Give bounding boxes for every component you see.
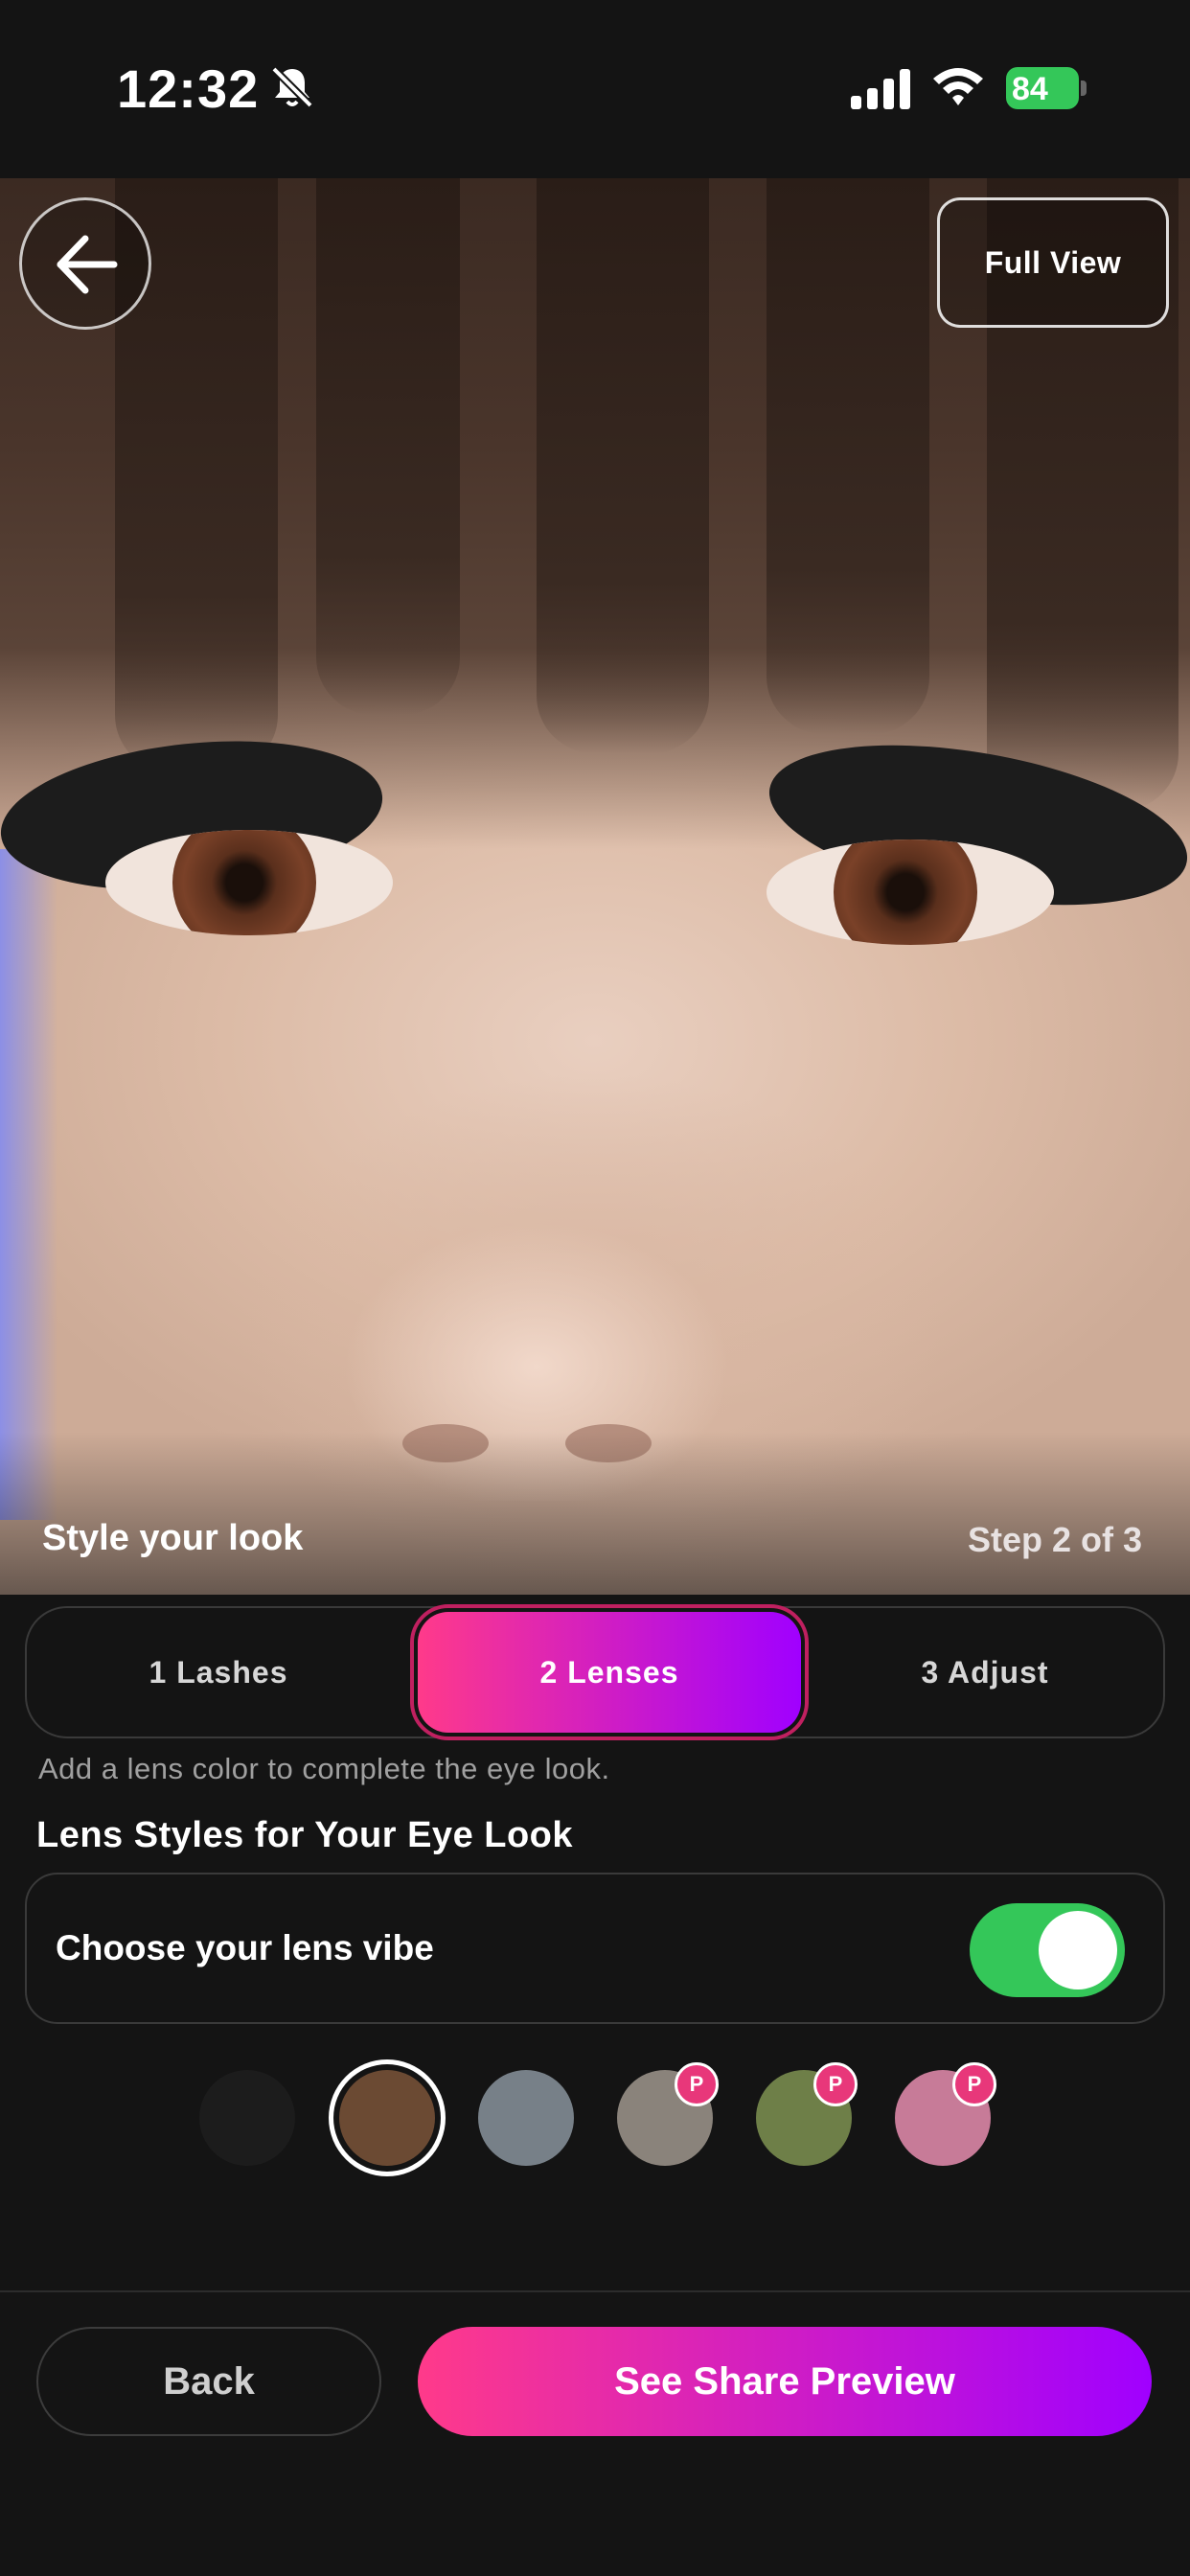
lens-swatch-gray[interactable]	[478, 2070, 574, 2166]
hair-strand	[537, 178, 709, 753]
premium-badge: P	[813, 2062, 858, 2106]
tab-lashes[interactable]: 1 Lashes	[27, 1608, 410, 1736]
premium-badge: P	[675, 2062, 719, 2106]
tab-lenses-label: 2 Lenses	[418, 1612, 801, 1733]
step-indicator: Step 2 of 3	[967, 1520, 1142, 1559]
style-title: Style your look	[42, 1518, 304, 1558]
lens-vibe-card: Choose your lens vibe	[25, 1873, 1165, 2024]
signal-icon	[851, 69, 910, 109]
wifi-icon	[933, 68, 983, 105]
tab-adjust[interactable]: 3 Adjust	[803, 1608, 1167, 1736]
bell-slash-icon	[271, 66, 313, 108]
hair-strand	[316, 178, 460, 715]
right-iris	[834, 840, 977, 945]
toggle-knob	[1039, 1911, 1117, 1990]
photo-fade	[0, 1432, 1190, 1595]
battery-level: 84	[1012, 71, 1048, 107]
battery-body: 84	[1006, 67, 1079, 109]
arrow-left-icon	[57, 235, 118, 294]
tab-lenses[interactable]: 2 Lenses	[410, 1604, 809, 1740]
lens-swatch-brown[interactable]	[339, 2070, 435, 2166]
background-edge	[0, 849, 57, 1520]
section-title: Lens Styles for Your Eye Look	[36, 1815, 574, 1855]
battery-charging-icon: 84	[1006, 67, 1087, 109]
step-tabs: 1 Lashes 3 Adjust 2 Lenses	[25, 1604, 1167, 1740]
right-eye	[767, 840, 1054, 945]
hint-text: Add a lens color to complete the eye loo…	[38, 1752, 610, 1785]
lens-vibe-label: Choose your lens vibe	[56, 1928, 434, 1967]
hair-strand	[767, 178, 929, 734]
back-button[interactable]: Back	[36, 2327, 381, 2436]
back-arrow-button[interactable]	[19, 197, 151, 330]
left-eye	[105, 830, 393, 935]
lens-swatch-black[interactable]	[199, 2070, 295, 2166]
lens-vibe-toggle[interactable]	[970, 1903, 1125, 1997]
premium-badge: P	[952, 2062, 996, 2106]
status-bar: 12:32 84	[0, 0, 1190, 178]
full-view-button[interactable]: Full View	[937, 197, 1169, 328]
face-preview-image	[0, 178, 1190, 1595]
footer-divider	[0, 2290, 1190, 2292]
battery-cap	[1081, 80, 1087, 96]
see-share-preview-button[interactable]: See Share Preview	[418, 2327, 1152, 2436]
status-time: 12:32	[117, 58, 260, 119]
left-iris	[172, 830, 316, 935]
